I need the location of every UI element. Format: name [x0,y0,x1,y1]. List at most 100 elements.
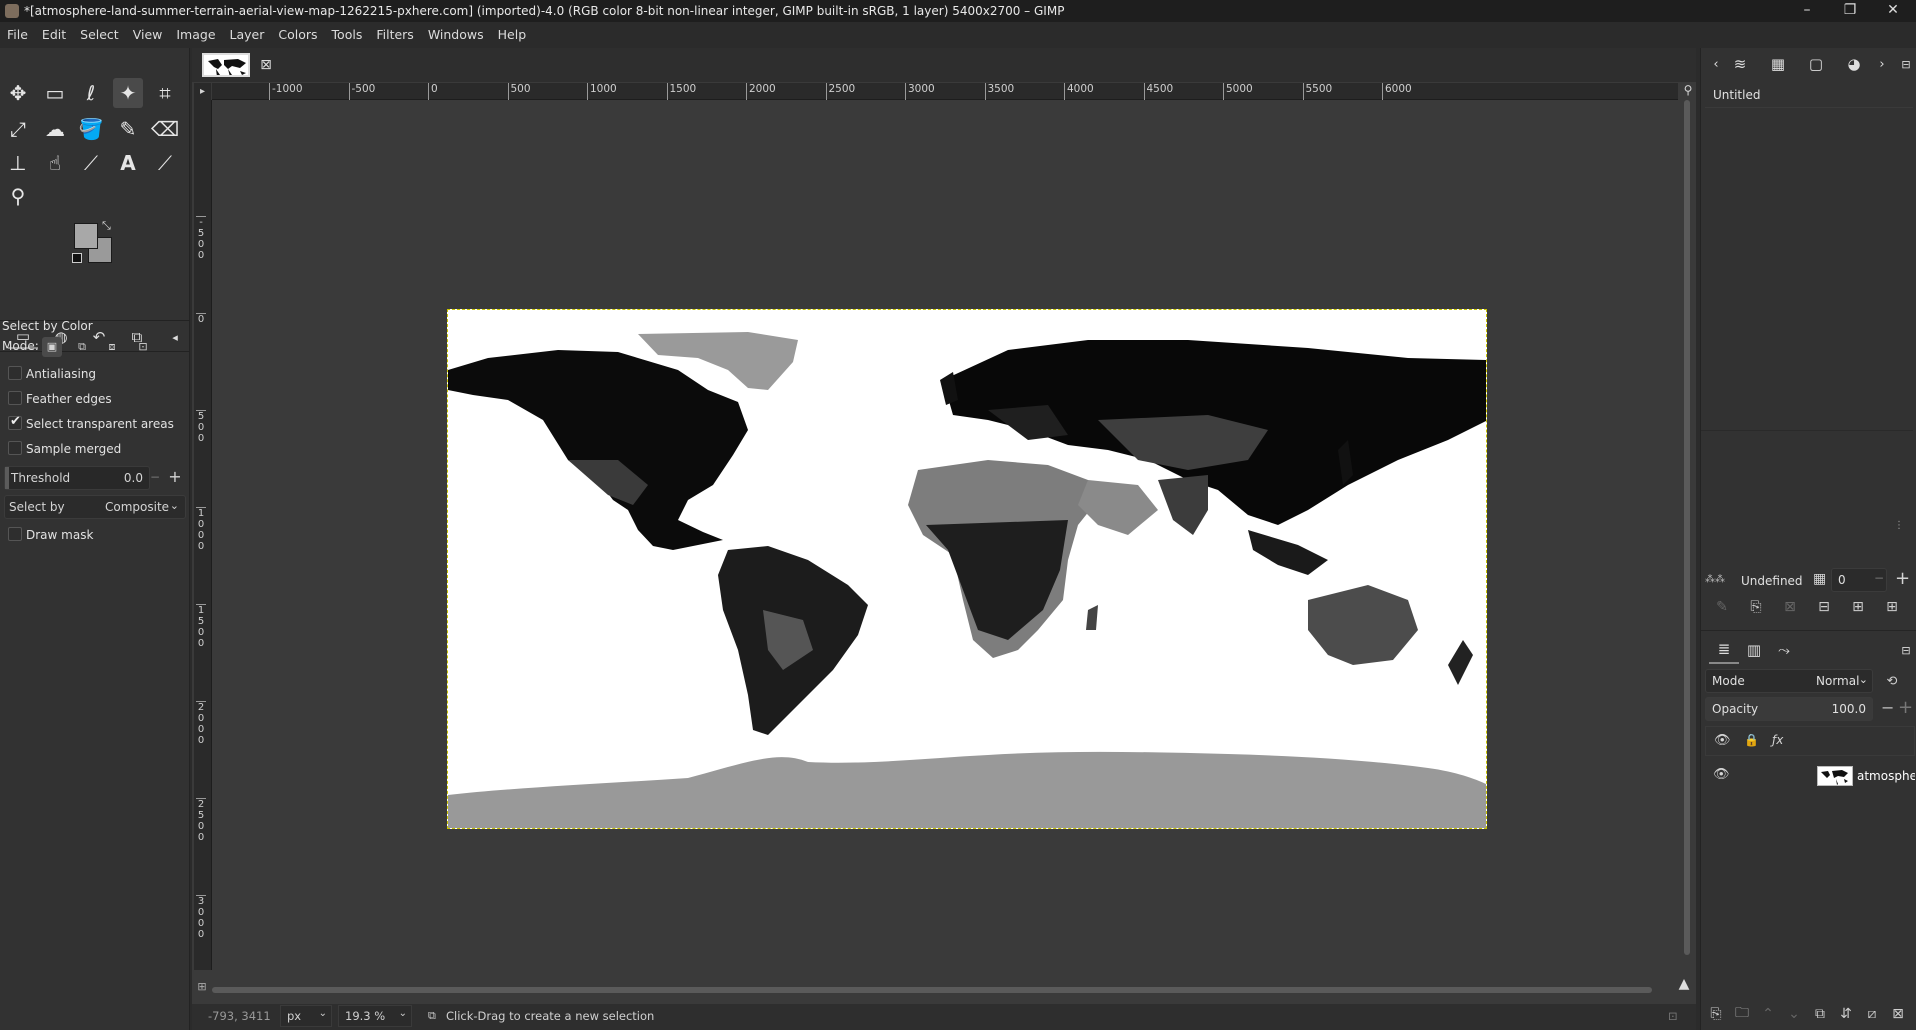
close-button[interactable]: ✕ [1870,0,1916,22]
nav-icon[interactable]: ⊞ [194,980,210,996]
zoom-lock-icon[interactable]: ⚲ [1680,83,1696,100]
horizontal-ruler[interactable]: -1000 -500 0 500 1000 1500 2000 2500 3000 3500 400… [212,83,1678,100]
paths-tab-icon[interactable]: ⤳ [1769,636,1799,664]
lower-layer-icon[interactable]: ⌄ [1783,1003,1805,1025]
mode-intersect-icon[interactable]: ⊡ [133,337,153,357]
smudge-tool-icon[interactable]: ☝ [40,148,70,178]
antialiasing-checkbox[interactable] [8,366,22,380]
dock-menu-icon[interactable]: ⊟ [1891,636,1916,664]
opacity-increase-icon[interactable]: + [1898,697,1913,718]
maximize-button[interactable]: ❐ [1827,0,1873,22]
zoom-value: 19.3 % [345,1009,386,1023]
menu-select[interactable]: Select [73,24,126,46]
menu-bar: File Edit Select View Image Layer Colors Tools F… [0,24,1916,46]
paintbrush-tool-icon[interactable]: ✎ [113,114,143,144]
horizontal-scrollbar[interactable] [212,984,1652,996]
layers-tab-icon[interactable]: ≋ [1725,50,1755,78]
image-canvas[interactable] [447,309,1487,829]
menu-windows[interactable]: Windows [421,24,491,46]
eraser-tool-icon[interactable]: ⌫ [150,114,180,144]
layers-tab2-icon[interactable]: ≣ [1709,636,1739,664]
spacing-field[interactable]: 0 − [1831,568,1887,592]
layer-mode-combo[interactable]: Mode Normal ⌄ [1705,669,1873,693]
threshold-decrease-icon[interactable]: − [146,466,164,490]
bucket-fill-tool-icon[interactable]: 🪣 [76,114,106,144]
layer-row[interactable]: 👁 atmosphere [1705,763,1915,789]
delete-brush-icon[interactable]: ⊠ [1779,596,1801,618]
zoom-tool-icon[interactable]: ⚲ [3,181,33,211]
spacing-increase-icon[interactable]: + [1895,568,1910,589]
new-layer-group-icon[interactable]: 🗀 [1731,1003,1753,1025]
paths-tool-icon[interactable]: ⟋ [76,148,106,178]
menu-help[interactable]: Help [491,24,534,46]
quick-mask-icon[interactable]: ▸ [194,83,211,100]
brushes-tab-icon[interactable]: ▦ [1763,50,1793,78]
mode-subtract-icon[interactable]: ⧈ [102,337,122,357]
swap-colors-icon[interactable]: ⤡ [102,219,111,233]
mode-replace-icon[interactable]: ▣ [42,337,62,357]
select-transparent-checkbox[interactable] [8,414,22,430]
eye-icon[interactable]: 👁 [1713,767,1730,782]
text-tool-icon[interactable]: A [113,148,143,178]
move-tool-icon[interactable]: ✥ [3,78,33,108]
close-image-tab-icon[interactable]: ⊠ [258,57,274,73]
delete-layer-icon[interactable]: ⊠ [1887,1003,1909,1025]
clone-tool-icon[interactable]: ⊥ [3,148,33,178]
menu-view[interactable]: View [126,24,170,46]
edit-brush-icon[interactable]: ✎ [1711,596,1733,618]
composite-mode-icon[interactable]: ⟲ [1881,670,1903,692]
opacity-decrease-icon[interactable]: − [1881,698,1894,717]
menu-tools[interactable]: Tools [325,24,370,46]
merge-layer-icon[interactable]: ⇵ [1835,1003,1857,1025]
fuzzy-select-tool-icon[interactable]: ✦ [113,78,143,108]
cancel-icon[interactable]: ⊡ [1668,1009,1678,1023]
new-brush-icon[interactable]: ⎘ [1745,596,1767,618]
menu-colors[interactable]: Colors [271,24,324,46]
threshold-slider[interactable]: Threshold 0.0 [4,466,150,490]
color-picker-tool-icon[interactable]: ⟋ [150,148,180,178]
default-colors-icon[interactable] [72,253,82,263]
duplicate-layer-icon[interactable]: ⧉ [1809,1003,1831,1025]
add-mask-icon[interactable]: ⧄ [1861,1003,1883,1025]
vertical-scrollbar[interactable] [1680,100,1694,955]
zoom-select[interactable]: 19.3 % ⌄ [338,1005,412,1027]
transform-tool-icon[interactable]: ⤢ [3,114,33,144]
unit-select[interactable]: px ⌄ [280,1005,332,1027]
draw-mask-checkbox[interactable] [8,527,22,541]
vertical-ruler[interactable]: -500 0 500 1000 1500 2000 2500 3000 [194,100,212,970]
sample-merged-checkbox[interactable] [8,441,22,455]
minimize-button[interactable]: – [1784,0,1830,22]
menu-layer[interactable]: Layer [223,24,272,46]
menu-filters[interactable]: Filters [369,24,420,46]
menu-file[interactable]: File [0,24,35,46]
opacity-slider[interactable]: Opacity 100.0 [1705,697,1873,721]
raise-layer-icon[interactable]: ⌃ [1757,1003,1779,1025]
crop-tool-icon[interactable]: ⌗ [150,78,180,108]
navigate-icon[interactable]: ▲ [1674,976,1694,996]
fg-bg-color-swatch[interactable]: ⤡ [72,219,118,267]
panel-resize-icon[interactable]: ⋮ [1894,520,1906,532]
dock-config-icon[interactable]: ⊟ [1891,50,1916,78]
new-layer-icon[interactable]: ⎘ [1705,1003,1727,1025]
select-by-combo[interactable]: Select by Composite ⌄ [4,495,186,519]
free-select-tool-icon[interactable]: ℓ [76,78,106,108]
image-tab-thumbnail[interactable] [202,53,250,77]
channels-tab-icon[interactable]: ▥ [1739,636,1769,664]
mode-add-icon[interactable]: ⧉ [72,337,92,357]
zoom-in-brush-icon[interactable]: ⊞ [1847,596,1869,618]
warp-tool-icon[interactable]: ☁ [40,114,70,144]
zoom-out-brush-icon[interactable]: ⊟ [1813,596,1835,618]
images-dock-tab-icon[interactable]: ▢ [1801,50,1831,78]
colors-tab-icon[interactable]: ◕ [1839,50,1869,78]
ruler-tick-label: -500 [196,216,206,261]
threshold-increase-icon[interactable]: + [166,466,184,490]
feather-edges-checkbox[interactable] [8,391,22,405]
foreground-color[interactable] [74,223,98,249]
menu-edit[interactable]: Edit [35,24,73,46]
images-list-item[interactable]: Untitled [1705,84,1913,108]
spacing-decrease-icon[interactable]: − [1874,571,1884,585]
view-as-grid-icon[interactable]: ⊞ [1881,596,1903,618]
rect-select-tool-icon[interactable]: ▭ [40,78,70,108]
menu-image[interactable]: Image [169,24,222,46]
chevron-down-icon: ⌄ [1858,673,1868,686]
